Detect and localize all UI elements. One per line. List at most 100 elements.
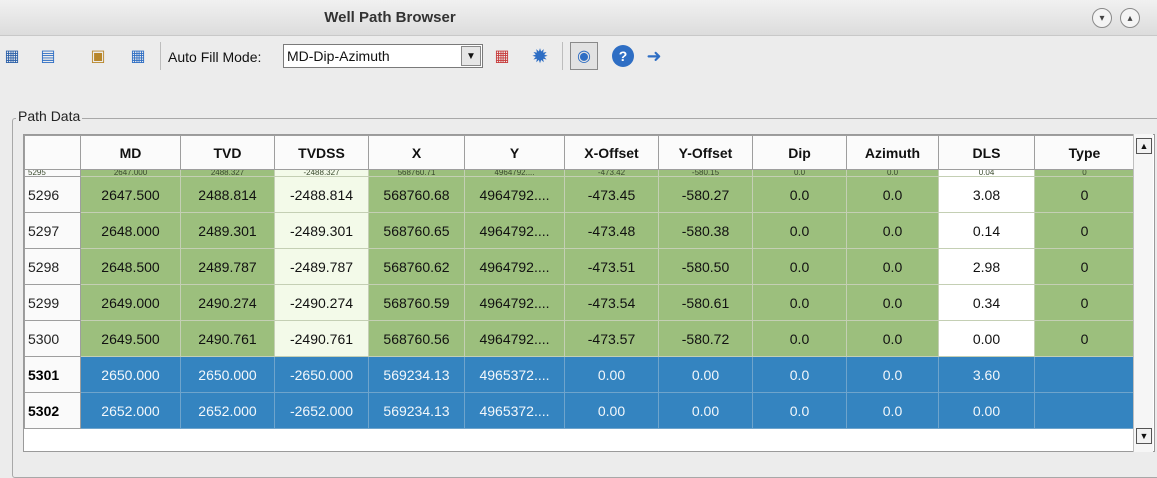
table-cell[interactable]: 0.0 [752, 356, 847, 393]
table-cell[interactable]: -2489.301 [274, 212, 369, 249]
target-icon[interactable]: ◉ [570, 42, 598, 70]
column-header[interactable]: Y-Offset [658, 135, 753, 170]
column-header[interactable]: Type [1034, 135, 1135, 170]
table-cell[interactable]: -580.61 [658, 284, 753, 321]
table-cell[interactable]: 0.00 [938, 320, 1035, 357]
chevron-down-icon[interactable]: ▾ [1092, 8, 1112, 28]
table-cell[interactable]: 0.0 [752, 248, 847, 285]
table-cell[interactable]: -473.45 [564, 176, 659, 213]
column-header[interactable]: MD [80, 135, 181, 170]
grid-edit-icon[interactable]: ▦ [126, 44, 150, 68]
auto-fill-mode-select[interactable]: MD-Dip-Azimuth ▼ [283, 44, 483, 68]
table-cell[interactable]: 569234.13 [368, 392, 465, 429]
table-cell[interactable]: 0.0 [752, 320, 847, 357]
table-cell[interactable]: 0.0 [752, 176, 847, 213]
table-cell[interactable]: 4964792.... [464, 212, 565, 249]
table-cell[interactable]: 0 [1034, 169, 1135, 177]
row-index[interactable]: 5297 [24, 212, 81, 249]
table-cell[interactable]: 2650.000 [180, 356, 275, 393]
table-cell[interactable]: -2650.000 [274, 356, 369, 393]
table-cell[interactable]: 2647.000 [80, 169, 181, 177]
help-icon[interactable]: ? [612, 45, 634, 67]
scroll-down-icon[interactable]: ▼ [1136, 428, 1152, 444]
table-cell[interactable]: -580.72 [658, 320, 753, 357]
scroll-up-icon[interactable]: ▲ [1136, 138, 1152, 154]
table-cell[interactable]: -580.50 [658, 248, 753, 285]
table-cell[interactable]: 0 [1034, 320, 1135, 357]
table-cell[interactable]: 568760.65 [368, 212, 465, 249]
table-cell[interactable]: 0.0 [846, 356, 939, 393]
column-header[interactable]: TVDSS [274, 135, 369, 170]
table-cell[interactable]: 4964792.... [464, 284, 565, 321]
table-cell[interactable]: -473.48 [564, 212, 659, 249]
table-row-selected[interactable]: 5301 2650.000 2650.000 -2650.000 569234.13 49… [24, 356, 1135, 393]
table-cell[interactable]: 569234.13 [368, 356, 465, 393]
chevron-down-icon[interactable]: ▼ [461, 46, 481, 66]
table-cell[interactable]: 2652.000 [180, 392, 275, 429]
table-cell[interactable]: 568760.56 [368, 320, 465, 357]
column-header[interactable]: X [368, 135, 465, 170]
table-cell[interactable]: 568760.68 [368, 176, 465, 213]
row-index[interactable]: 5298 [24, 248, 81, 285]
vertical-scrollbar[interactable]: ▲ ▼ [1133, 134, 1153, 452]
table-cell[interactable]: 0 [1034, 248, 1135, 285]
column-header[interactable]: TVD [180, 135, 275, 170]
table-row[interactable]: 5299 2649.000 2490.274 -2490.274 568760.59 49… [24, 284, 1135, 321]
table-cell[interactable]: 0.0 [846, 212, 939, 249]
table-cell[interactable]: 2649.000 [80, 284, 181, 321]
table-cell[interactable]: -2488.327 [274, 169, 369, 177]
table-export-icon[interactable]: ▦ [0, 44, 24, 68]
table-cell[interactable]: 0.0 [846, 392, 939, 429]
table-cell[interactable]: 2648.500 [80, 248, 181, 285]
row-index[interactable]: 5295 [24, 169, 81, 177]
table-row[interactable]: 5300 2649.500 2490.761 -2490.761 568760.56 49… [24, 320, 1135, 357]
column-header[interactable]: X-Offset [564, 135, 659, 170]
column-header[interactable]: Azimuth [846, 135, 939, 170]
table-cell[interactable]: 0.14 [938, 212, 1035, 249]
row-index[interactable]: 5301 [24, 356, 81, 393]
table-cell[interactable]: 2647.500 [80, 176, 181, 213]
table-row[interactable]: 5296 2647.500 2488.814 -2488.814 568760.68 49… [24, 176, 1135, 213]
table-cell[interactable]: -2652.000 [274, 392, 369, 429]
paste-icon[interactable]: ▣ [86, 44, 110, 68]
table-cell[interactable]: 0.0 [752, 284, 847, 321]
table-cell[interactable]: 3.60 [938, 356, 1035, 393]
table-cell[interactable]: -2490.761 [274, 320, 369, 357]
table-cell[interactable]: 2652.000 [80, 392, 181, 429]
table-cell[interactable]: 4964792.... [464, 320, 565, 357]
table-cell[interactable]: 0.00 [658, 392, 753, 429]
table-cell[interactable]: -580.27 [658, 176, 753, 213]
table-cell[interactable]: 0.00 [564, 392, 659, 429]
table-cell[interactable] [1034, 392, 1135, 429]
column-header[interactable]: Dip [752, 135, 847, 170]
table-cell[interactable]: 0.04 [938, 169, 1035, 177]
row-index[interactable]: 5296 [24, 176, 81, 213]
table-cell[interactable]: 3.08 [938, 176, 1035, 213]
table-cell[interactable]: 0 [1034, 176, 1135, 213]
table-settings-icon[interactable]: ▦ [490, 44, 514, 68]
table-cell[interactable]: 2489.301 [180, 212, 275, 249]
table-cell[interactable]: 0.0 [752, 392, 847, 429]
row-index[interactable]: 5300 [24, 320, 81, 357]
table-cell[interactable]: 0.0 [846, 248, 939, 285]
chevron-up-icon[interactable]: ▴ [1120, 8, 1140, 28]
table-cell[interactable]: 2489.787 [180, 248, 275, 285]
table-cell[interactable]: 2490.274 [180, 284, 275, 321]
table-cell[interactable]: 2648.000 [80, 212, 181, 249]
table-cell[interactable]: 0 [1034, 284, 1135, 321]
table-cell[interactable]: 4964792.... [464, 248, 565, 285]
table-cell[interactable]: -2489.787 [274, 248, 369, 285]
table-cell[interactable]: 0.00 [564, 356, 659, 393]
table-cell[interactable]: 4965372.... [464, 356, 565, 393]
table-cell[interactable] [1034, 356, 1135, 393]
gear-icon[interactable]: ✹ [528, 44, 552, 68]
table-row[interactable]: 5298 2648.500 2489.787 -2489.787 568760.62 49… [24, 248, 1135, 285]
table-cell[interactable]: 2650.000 [80, 356, 181, 393]
table-cell[interactable]: 2.98 [938, 248, 1035, 285]
table-cell[interactable]: 0.0 [752, 169, 847, 177]
table-cell[interactable]: -473.51 [564, 248, 659, 285]
column-header[interactable]: DLS [938, 135, 1035, 170]
table-cell[interactable]: 2490.761 [180, 320, 275, 357]
table-cell[interactable]: 4964792.... [464, 169, 565, 177]
table-cell[interactable]: 0.0 [846, 284, 939, 321]
